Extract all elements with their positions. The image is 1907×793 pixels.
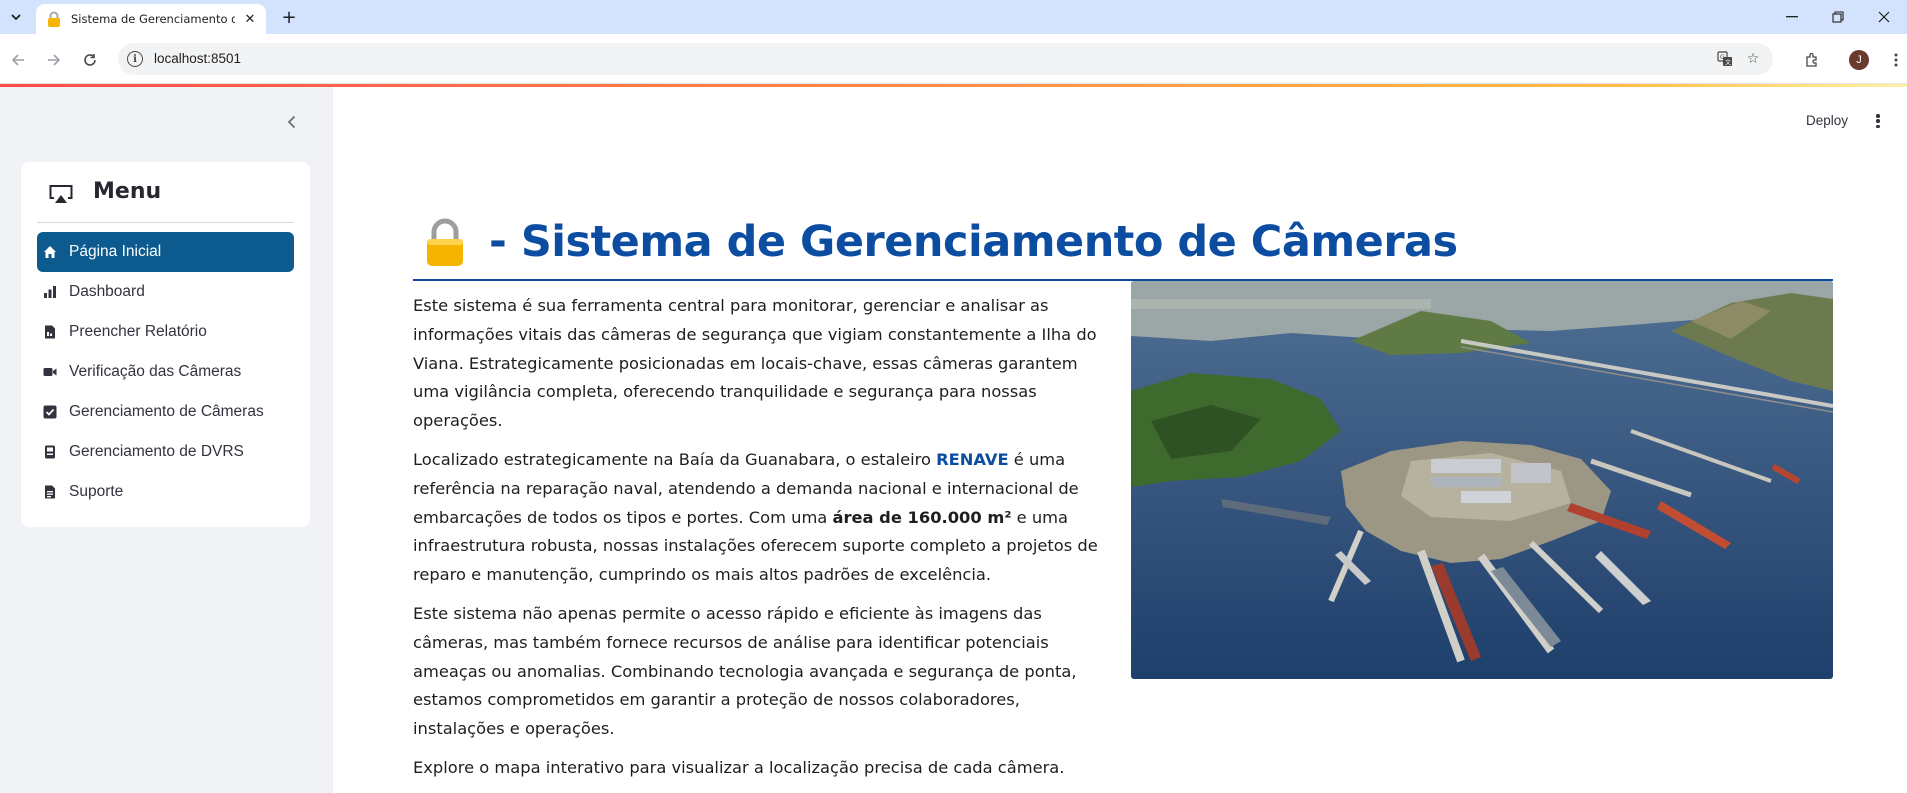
sidebar-item-label: Dashboard (69, 283, 145, 300)
main-content: Deploy - Sistema de Gerenciamento de Câm… (333, 87, 1907, 793)
airplay-icon (48, 184, 74, 208)
report-icon (45, 325, 55, 339)
option-menu: Menu Página Inicial Dashboard Preencher … (21, 162, 310, 527)
site-info-icon[interactable]: i (127, 51, 143, 67)
intro-paragraph-1: Este sistema é sua ferramenta central pa… (413, 296, 1097, 431)
browser-toolbar: i localhost:8501 G文 ☆ J (0, 34, 1907, 84)
intro-paragraph-3: Este sistema não apenas permite o acesso… (413, 603, 1077, 739)
menu-divider (37, 222, 294, 223)
sidebar-item-gerenciamento-cameras[interactable]: Gerenciamento de Câmeras (37, 392, 294, 432)
sidebar-item-label: Preencher Relatório (69, 323, 207, 340)
menu-header: Menu (21, 162, 310, 222)
sidebar-item-dashboard[interactable]: Dashboard (37, 272, 294, 312)
sidebar-item-gerenciamento-dvrs[interactable]: Gerenciamento de DVRS (37, 432, 294, 472)
deploy-button[interactable]: Deploy (1806, 113, 1848, 128)
sidebar-item-preencher-relatorio[interactable]: Preencher Relatório (37, 312, 294, 352)
sidebar: Menu Página Inicial Dashboard Preencher … (0, 87, 333, 793)
address-bar[interactable]: i localhost:8501 G文 ☆ (118, 43, 1773, 75)
sidebar-item-label: Página Inicial (69, 243, 162, 260)
back-arrow-icon[interactable] (7, 49, 29, 71)
sidebar-item-pagina-inicial[interactable]: Página Inicial (37, 232, 294, 272)
sidebar-item-label: Gerenciamento de Câmeras (69, 403, 264, 420)
lock-icon (423, 218, 467, 272)
forward-arrow-icon[interactable] (43, 49, 65, 71)
area-highlight: área de 160.000 m² (832, 507, 1012, 527)
tab-search-button[interactable] (5, 7, 27, 27)
tab-close-icon[interactable]: ✕ (242, 11, 258, 27)
browser-tabstrip: Sistema de Gerenciamento de Câmeras ✕ + (0, 0, 1907, 34)
app-menu-kebab-icon[interactable] (1871, 111, 1885, 131)
intro-text: Este sistema é sua ferramenta central pa… (413, 292, 1113, 793)
sidebar-item-label: Gerenciamento de DVRS (69, 443, 244, 460)
browser-tab-active[interactable]: Sistema de Gerenciamento de Câmeras ✕ (36, 4, 266, 34)
translate-icon[interactable]: G文 (1716, 50, 1734, 68)
lock-favicon-icon (46, 11, 62, 27)
menu-title: Menu (93, 179, 162, 204)
chevron-down-icon (11, 14, 21, 21)
intro-paragraph-4: Explore o mapa interativo para visualiza… (413, 757, 1065, 777)
dvr-device-icon (45, 445, 55, 459)
paragraph-2-text-a: Localizado estrategicamente na Baía da G… (413, 449, 937, 469)
svg-text:文: 文 (1725, 59, 1731, 67)
new-tab-plus-icon[interactable]: + (278, 6, 300, 28)
extensions-puzzle-icon[interactable] (1801, 49, 1823, 71)
renave-highlight: RENAVE (936, 449, 1009, 469)
restore-window-icon[interactable] (1815, 0, 1861, 34)
house-icon (44, 246, 56, 258)
tab-title: Sistema de Gerenciamento de Câmeras (71, 12, 235, 26)
browser-menu-kebab-icon[interactable] (1885, 49, 1907, 71)
reload-icon[interactable] (79, 49, 101, 71)
check-square-icon (43, 405, 57, 419)
shipyard-aerial-photo (1131, 281, 1833, 679)
page-title: - Sistema de Gerenciamento de Câmeras (489, 217, 1458, 267)
page-heading: - Sistema de Gerenciamento de Câmeras (413, 211, 1833, 281)
profile-avatar[interactable]: J (1849, 50, 1869, 70)
sidebar-item-label: Verificação das Câmeras (69, 363, 242, 380)
bookmark-star-icon[interactable]: ☆ (1744, 50, 1762, 68)
camera-video-icon (43, 368, 57, 376)
bar-chart-icon (44, 286, 56, 298)
minimize-window-icon[interactable] (1769, 0, 1815, 34)
intro-paragraph-2: Localizado estrategicamente na Baía da G… (413, 446, 1113, 590)
url-text[interactable]: localhost:8501 (154, 51, 241, 66)
sidebar-item-label: Suporte (69, 483, 124, 500)
collapse-sidebar-chevron-left-icon[interactable] (280, 111, 302, 133)
close-window-icon[interactable] (1861, 0, 1907, 34)
sidebar-item-verificacao-cameras[interactable]: Verificação das Câmeras (37, 352, 294, 392)
sidebar-item-suporte[interactable]: Suporte (37, 472, 294, 512)
support-doc-icon (45, 485, 55, 499)
